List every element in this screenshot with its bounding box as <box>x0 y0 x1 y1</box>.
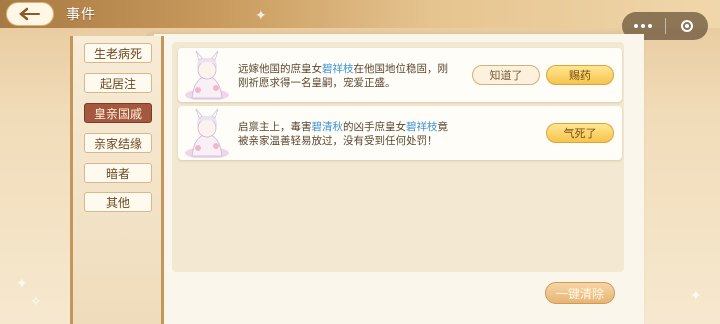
tab-royal-relatives[interactable]: 皇亲国戚 <box>84 103 152 123</box>
character-name: 碧祥枝 <box>322 63 354 75</box>
event-message: 远嫁他国的庶皇女碧祥枝在他国地位稳固，刚刚祈愿求得一名皇嗣，宠爱正盛。 <box>238 62 448 90</box>
event-card: 远嫁他国的庶皇女碧祥枝在他国地位稳固，刚刚祈愿求得一名皇嗣，宠爱正盛。 知道了 … <box>178 48 622 102</box>
bestow-medicine-button[interactable]: 赐药 <box>546 65 614 85</box>
back-button[interactable] <box>6 2 54 26</box>
tab-marriage-alliance[interactable]: 亲家结缘 <box>84 133 152 153</box>
character-name: 碧祥枝 <box>406 121 438 133</box>
sparkle-icon: ✦ <box>255 8 267 24</box>
tab-birth-aging-illness-death[interactable]: 生老病死 <box>84 43 152 63</box>
clear-all-button[interactable]: 一键清除 <box>545 282 615 304</box>
sparkle-icon: ✧ <box>30 294 42 310</box>
event-card: 启禀主上，毒害碧清秋的凶手庶皇女碧祥枝竟被亲家温善轻易放过，没有受到任何处罚！ … <box>178 106 622 160</box>
more-dots-icon <box>634 24 639 28</box>
back-arrow-icon <box>19 7 40 21</box>
event-message: 启禀主上，毒害碧清秋的凶手庶皇女碧祥枝竟被亲家温善轻易放过，没有受到任何处罚！ <box>238 120 453 148</box>
close-miniprogram-button[interactable] <box>665 12 708 40</box>
princess-portrait-icon <box>185 50 229 100</box>
furious-button[interactable]: 气死了 <box>546 123 614 143</box>
acknowledge-button[interactable]: 知道了 <box>472 65 540 85</box>
sparkle-icon: ✦ <box>690 288 702 304</box>
princess-portrait-icon <box>185 108 229 158</box>
message-text: 远嫁他国的庶皇女 <box>238 63 322 75</box>
message-text: 启禀主上，毒害 <box>238 121 312 133</box>
tab-spies[interactable]: 暗者 <box>84 163 152 183</box>
tab-daily-records[interactable]: 起居注 <box>84 73 152 93</box>
top-bar <box>0 0 720 28</box>
message-text: 的凶手庶皇女 <box>343 121 406 133</box>
tab-other[interactable]: 其他 <box>84 192 152 212</box>
more-dots-icon-dot <box>641 24 646 28</box>
close-target-icon <box>680 20 693 32</box>
sparkle-icon: ✦ <box>16 276 28 292</box>
more-dots-icon-dot <box>648 24 653 28</box>
page-title: 事件 <box>66 7 96 23</box>
character-name: 碧清秋 <box>311 121 344 133</box>
